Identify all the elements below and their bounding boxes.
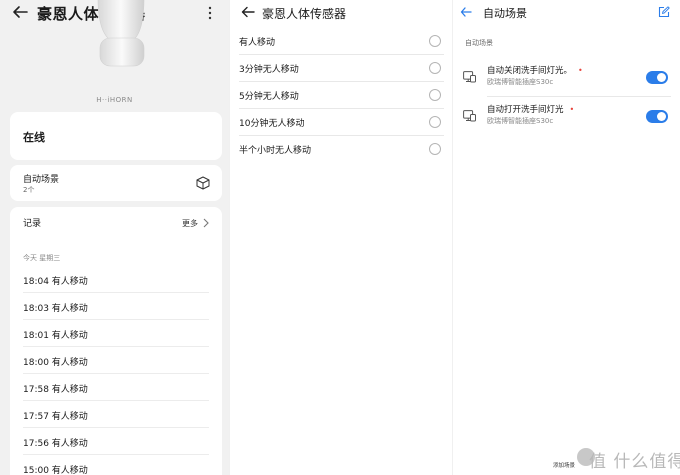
scene-name-text: 自动关闭洗手间灯光。	[487, 66, 573, 76]
more-options-icon[interactable]	[206, 5, 214, 21]
radio-button[interactable]	[429, 35, 441, 47]
online-status: 在线	[23, 131, 45, 144]
cube-icon	[196, 176, 210, 190]
option-label: 3分钟无人移动	[239, 65, 299, 75]
scene-device: 欧瑞博智能插座S30c	[487, 117, 554, 125]
record-row: 18:03 有人移动	[23, 293, 209, 320]
trigger-option[interactable]: 5分钟无人移动	[239, 82, 444, 109]
back-arrow-icon[interactable]	[460, 6, 472, 18]
plug-device-icon	[463, 71, 476, 83]
radio-button[interactable]	[429, 89, 441, 101]
trigger-options-panel: 豪恩人体传感器 有人移动 3分钟无人移动 5分钟无人移动 10分钟无人移动 半个…	[229, 0, 452, 475]
option-label: 有人移动	[239, 38, 276, 48]
option-label: 半个小时无人移动	[239, 146, 312, 156]
record-text: 17:57 有人移动	[23, 412, 88, 422]
records-title: 记录	[23, 219, 42, 229]
record-row: 18:00 有人移动	[23, 347, 209, 374]
option-label: 5分钟无人移动	[239, 92, 299, 102]
record-text: 18:04 有人移动	[23, 277, 88, 287]
option-label: 10分钟无人移动	[239, 119, 305, 129]
watermark: 添加场景 值 什么值得买	[553, 445, 680, 475]
radio-button[interactable]	[429, 143, 441, 155]
watermark-text: 值 什么值得买	[589, 452, 680, 472]
record-text: 17:56 有人移动	[23, 439, 88, 449]
scene-toggle[interactable]	[646, 71, 668, 84]
record-row: 18:04 有人移动	[23, 266, 209, 293]
scene-name: 自动打开洗手间灯光 •	[487, 103, 574, 115]
record-row: 17:57 有人移动	[23, 401, 209, 428]
trigger-option[interactable]: 10分钟无人移动	[239, 109, 444, 136]
add-scene-label[interactable]: 添加场景	[553, 461, 575, 469]
page-title: 豪恩人体传感器	[262, 7, 347, 21]
edit-icon[interactable]	[658, 6, 670, 18]
scene-item[interactable]: 自动关闭洗手间灯光。 • 欧瑞博智能插座S30c	[463, 63, 671, 103]
plug-device-icon	[463, 110, 476, 122]
record-text: 18:00 有人移动	[23, 358, 88, 368]
required-dot: •	[569, 105, 575, 114]
auto-scene-count: 2个	[23, 186, 35, 194]
record-text: 18:01 有人移动	[23, 331, 88, 341]
scene-device: 欧瑞博智能插座S30c	[487, 78, 554, 86]
sensor-device-image	[97, 0, 145, 67]
chevron-right-icon[interactable]	[203, 218, 209, 228]
divider	[487, 96, 671, 97]
scene-name-text: 自动打开洗手间灯光	[487, 105, 564, 115]
required-dot: •	[578, 66, 583, 75]
back-arrow-icon[interactable]	[241, 5, 255, 19]
radio-button[interactable]	[429, 116, 441, 128]
scene-toggle[interactable]	[646, 110, 668, 123]
records-day-label: 今天 星期三	[23, 254, 61, 262]
trigger-option[interactable]: 3分钟无人移动	[239, 55, 444, 82]
record-row: 17:56 有人移动	[23, 428, 209, 455]
records-card: 记录 更多 今天 星期三 18:04 有人移动 18:03 有人移动 18:01…	[10, 207, 222, 475]
records-more-link[interactable]: 更多	[182, 218, 198, 229]
record-row: 17:58 有人移动	[23, 374, 209, 401]
section-label: 自动场景	[465, 39, 493, 47]
auto-scene-panel: 自动场景 自动场景 自动关闭洗手间灯光。 • 欧瑞博智能插座S30c 自动打开洗手…	[452, 0, 680, 475]
device-detail-panel: 豪恩人体传感器 H··iHORN 在线 自动场景 2个 记录 更多 今天 星期三…	[0, 0, 229, 475]
status-card: 在线	[10, 112, 222, 160]
scene-name: 自动关闭洗手间灯光。 •	[487, 64, 583, 76]
scene-item[interactable]: 自动打开洗手间灯光 • 欧瑞博智能插座S30c	[463, 102, 671, 142]
record-text: 15:00 有人移动	[23, 466, 88, 475]
brand-logo: H··iHORN	[96, 96, 133, 104]
auto-scene-card[interactable]: 自动场景 2个	[10, 165, 222, 201]
radio-button[interactable]	[429, 62, 441, 74]
record-text: 18:03 有人移动	[23, 304, 88, 314]
back-arrow-icon[interactable]	[12, 4, 28, 20]
auto-scene-label: 自动场景	[23, 175, 60, 185]
record-row: 15:00 有人移动	[23, 455, 209, 475]
trigger-option[interactable]: 半个小时无人移动	[239, 136, 444, 163]
trigger-option[interactable]: 有人移动	[239, 28, 444, 55]
record-text: 17:58 有人移动	[23, 385, 88, 395]
page-title: 自动场景	[483, 7, 527, 20]
record-row: 18:01 有人移动	[23, 320, 209, 347]
